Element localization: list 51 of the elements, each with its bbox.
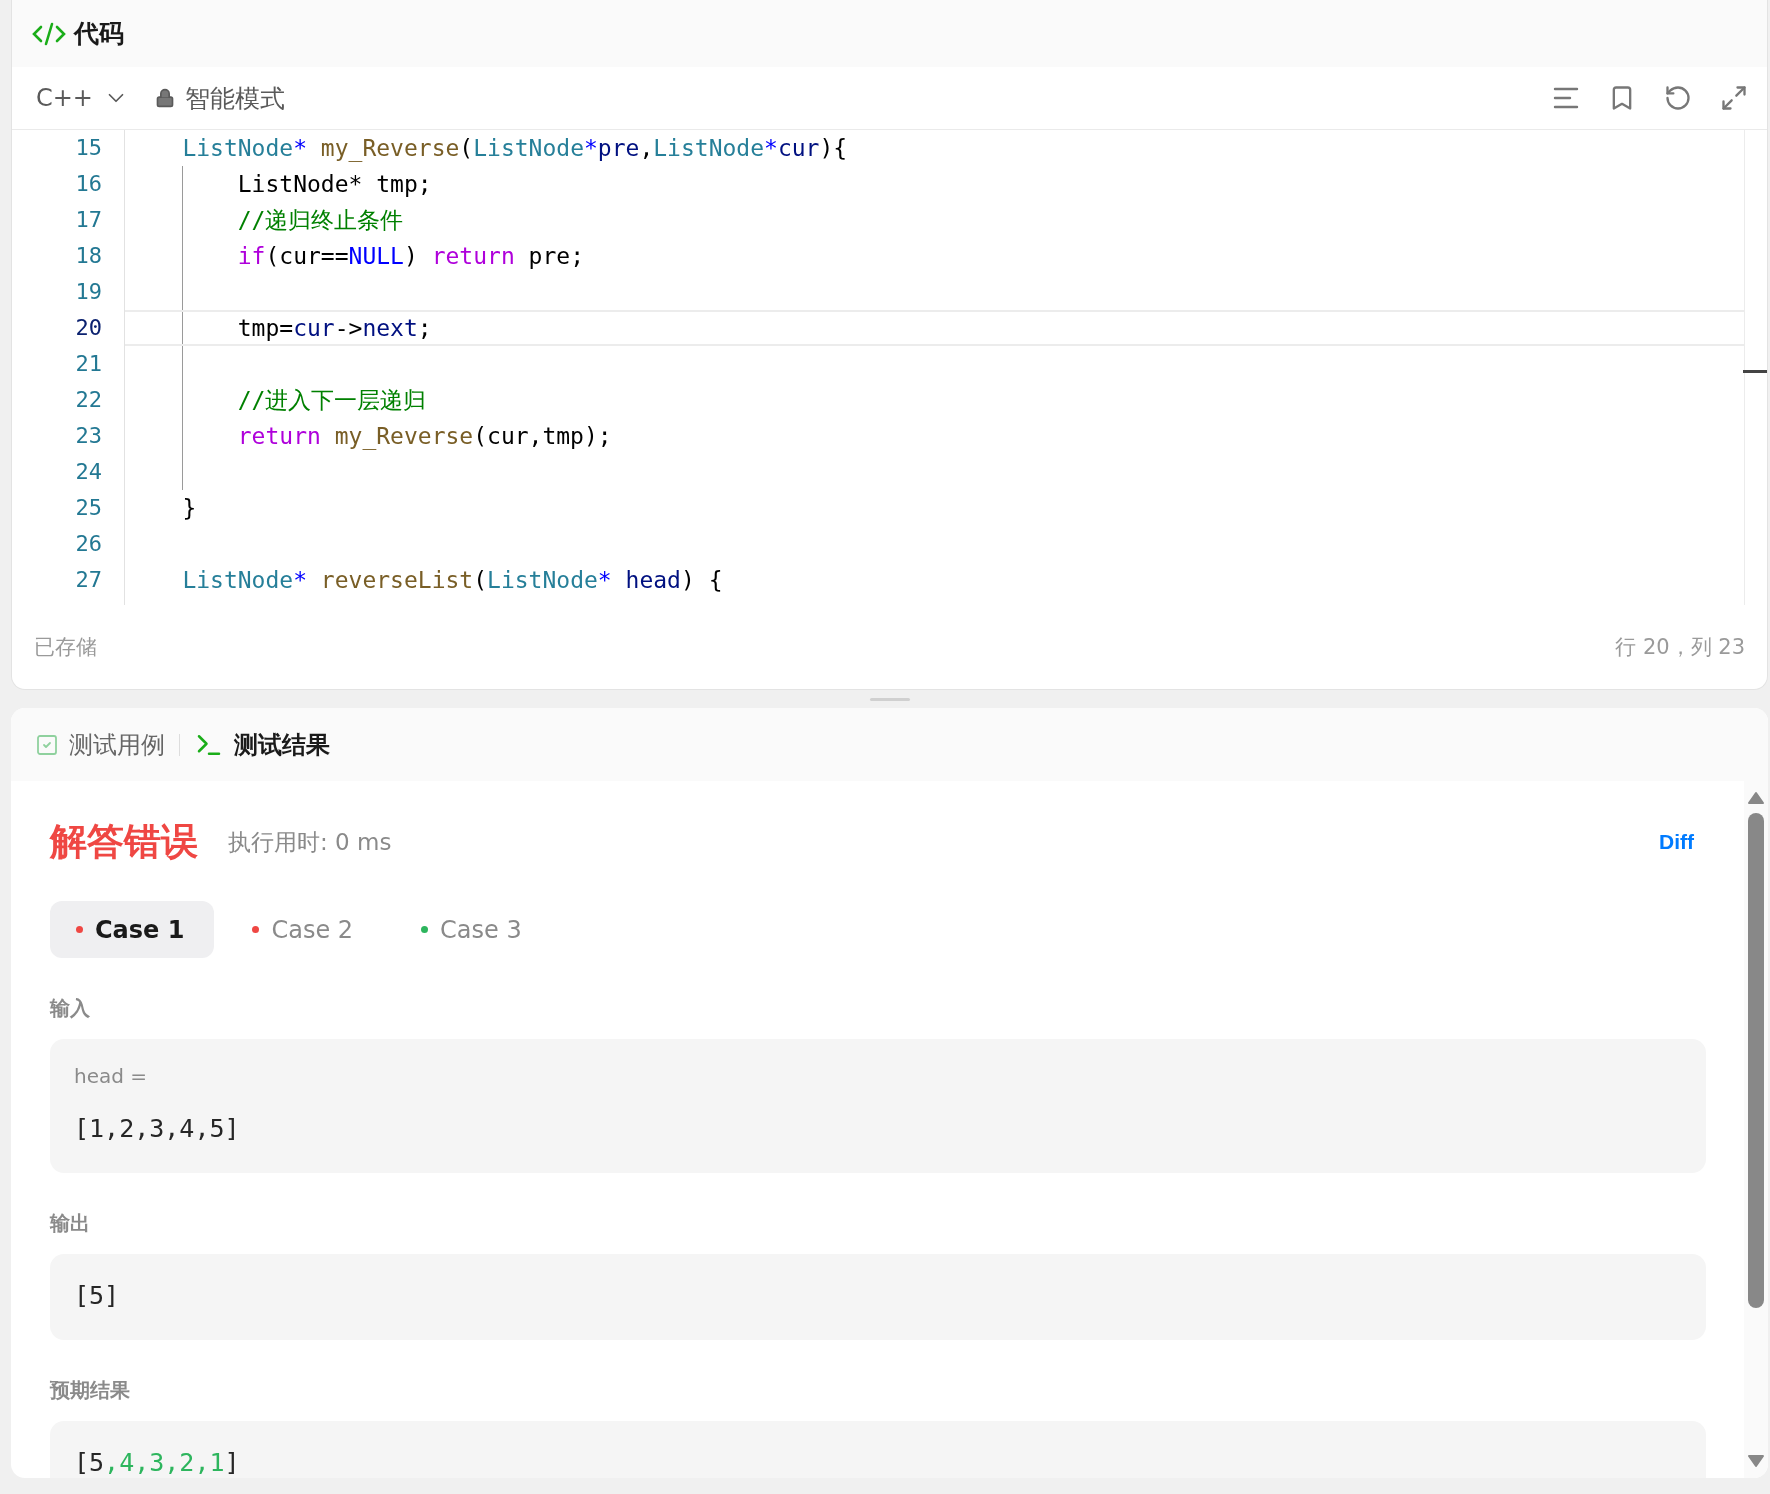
line-number: 16 xyxy=(74,170,103,198)
line-number: 27 xyxy=(74,566,103,594)
diff-link[interactable]: Diff xyxy=(1659,830,1694,854)
console-tab[interactable]: 测试结果 xyxy=(194,728,330,761)
code-line: //进入下一层递归 xyxy=(237,386,427,415)
runtime-text: 执行用时: 0 ms xyxy=(228,827,392,857)
undo-icon[interactable] xyxy=(1663,83,1693,113)
line-number: 17 xyxy=(74,206,103,234)
code-line: } xyxy=(182,494,197,523)
line-number: 19 xyxy=(74,278,103,306)
line-number: 20 xyxy=(74,314,103,342)
resize-handle[interactable] xyxy=(869,697,910,701)
code-line: if(cur==NULL) return pre; xyxy=(237,242,584,271)
scroll-down-icon[interactable] xyxy=(1747,1454,1765,1468)
scrollbar[interactable] xyxy=(1744,781,1768,1478)
save-status: 已存储 xyxy=(34,634,97,661)
line-number: 25 xyxy=(74,494,103,522)
code-line: tmp=cur->next; xyxy=(237,314,432,343)
mode-button[interactable]: 智能模式 xyxy=(155,81,285,115)
code-line: //递归终止条件 xyxy=(237,206,404,235)
checkbox-icon xyxy=(35,732,59,757)
language-select[interactable]: C++ xyxy=(30,84,135,112)
section-label: 输入 xyxy=(50,995,91,1022)
line-number: 26 xyxy=(74,530,103,558)
line-number: 15 xyxy=(74,134,103,162)
variable-name: head = xyxy=(74,1063,149,1090)
line-number: 21 xyxy=(74,350,103,378)
panel-title: 代码 xyxy=(74,18,124,50)
code-icon xyxy=(32,20,66,47)
section-label: 输出 xyxy=(50,1210,91,1237)
result-status: 解答错误 xyxy=(50,819,198,865)
section-label: 预期结果 xyxy=(50,1377,131,1404)
line-number: 23 xyxy=(74,422,103,450)
expand-icon[interactable] xyxy=(1719,83,1749,113)
code-line: return my_Reverse(cur,tmp); xyxy=(237,422,612,452)
cursor-marker xyxy=(1743,370,1767,373)
lock-icon xyxy=(155,88,175,108)
line-number: 22 xyxy=(74,386,103,414)
line-number: 24 xyxy=(74,458,103,486)
scroll-thumb[interactable] xyxy=(1748,813,1764,1308)
code-line: ListNode* reverseList(ListNode* head) { xyxy=(182,566,723,595)
line-number: 18 xyxy=(74,242,103,270)
code-line: ListNode* tmp; xyxy=(237,170,432,199)
value-text: [5] xyxy=(74,1280,121,1312)
case-tab[interactable]: Case 1 xyxy=(50,901,215,958)
console-tab[interactable]: 测试用例 xyxy=(35,728,165,761)
scroll-up-icon[interactable] xyxy=(1747,791,1765,805)
code-line: ListNode* my_Reverse(ListNode*pre,ListNode*cur){ xyxy=(182,134,848,164)
value-text: [1,2,3,4,5] xyxy=(74,1113,241,1145)
value-text: [5,4,3,2,1] xyxy=(74,1447,241,1478)
cursor-position: 行 20，列 23 xyxy=(1615,634,1745,661)
